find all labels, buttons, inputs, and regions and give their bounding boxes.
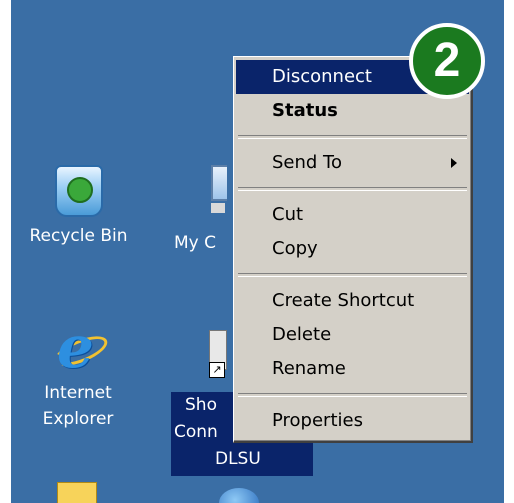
context-menu: Disconnect Status Send To Cut Copy Creat… [233, 56, 473, 443]
desktop-icon-internet-explorer[interactable]: e Internet Explorer [23, 318, 133, 432]
submenu-arrow-icon [451, 158, 457, 168]
menu-separator [238, 273, 467, 277]
step-number-badge: 2 [409, 23, 485, 99]
internet-explorer-icon: e [50, 318, 112, 376]
folder-icon[interactable] [57, 482, 97, 503]
shortcut-label-line3: DLSU [215, 449, 261, 469]
network-icon[interactable] [219, 488, 259, 503]
shortcut-connection-icon[interactable]: ↗ [209, 330, 227, 382]
menu-item-send-to-label: Send To [272, 152, 343, 173]
menu-item-rename[interactable]: Rename [236, 352, 469, 386]
menu-item-send-to[interactable]: Send To [236, 146, 469, 180]
desktop-icon-label-line2: Explorer [42, 409, 114, 429]
menu-item-delete[interactable]: Delete [236, 318, 469, 352]
shortcut-arrow-icon: ↗ [209, 362, 225, 378]
menu-item-status[interactable]: Status [236, 94, 469, 128]
menu-item-copy[interactable]: Copy [236, 232, 469, 266]
menu-item-cut[interactable]: Cut [236, 198, 469, 232]
desktop-icon-my-computer-label[interactable]: My C [174, 230, 234, 256]
menu-separator [238, 135, 467, 139]
menu-separator [238, 393, 467, 397]
menu-separator [238, 187, 467, 191]
desktop-icon-label: Recycle Bin [29, 226, 128, 246]
menu-item-properties[interactable]: Properties [236, 404, 469, 438]
menu-item-create-shortcut[interactable]: Create Shortcut [236, 284, 469, 318]
desktop-icon-recycle-bin[interactable]: Recycle Bin [21, 165, 136, 249]
my-computer-icon[interactable] [211, 165, 227, 217]
desktop-icon-label-line1: Internet [44, 383, 112, 403]
screenshot-frame: Recycle Bin My C e Internet Explorer ↗ S… [0, 0, 514, 503]
recycle-bin-icon [53, 165, 105, 217]
